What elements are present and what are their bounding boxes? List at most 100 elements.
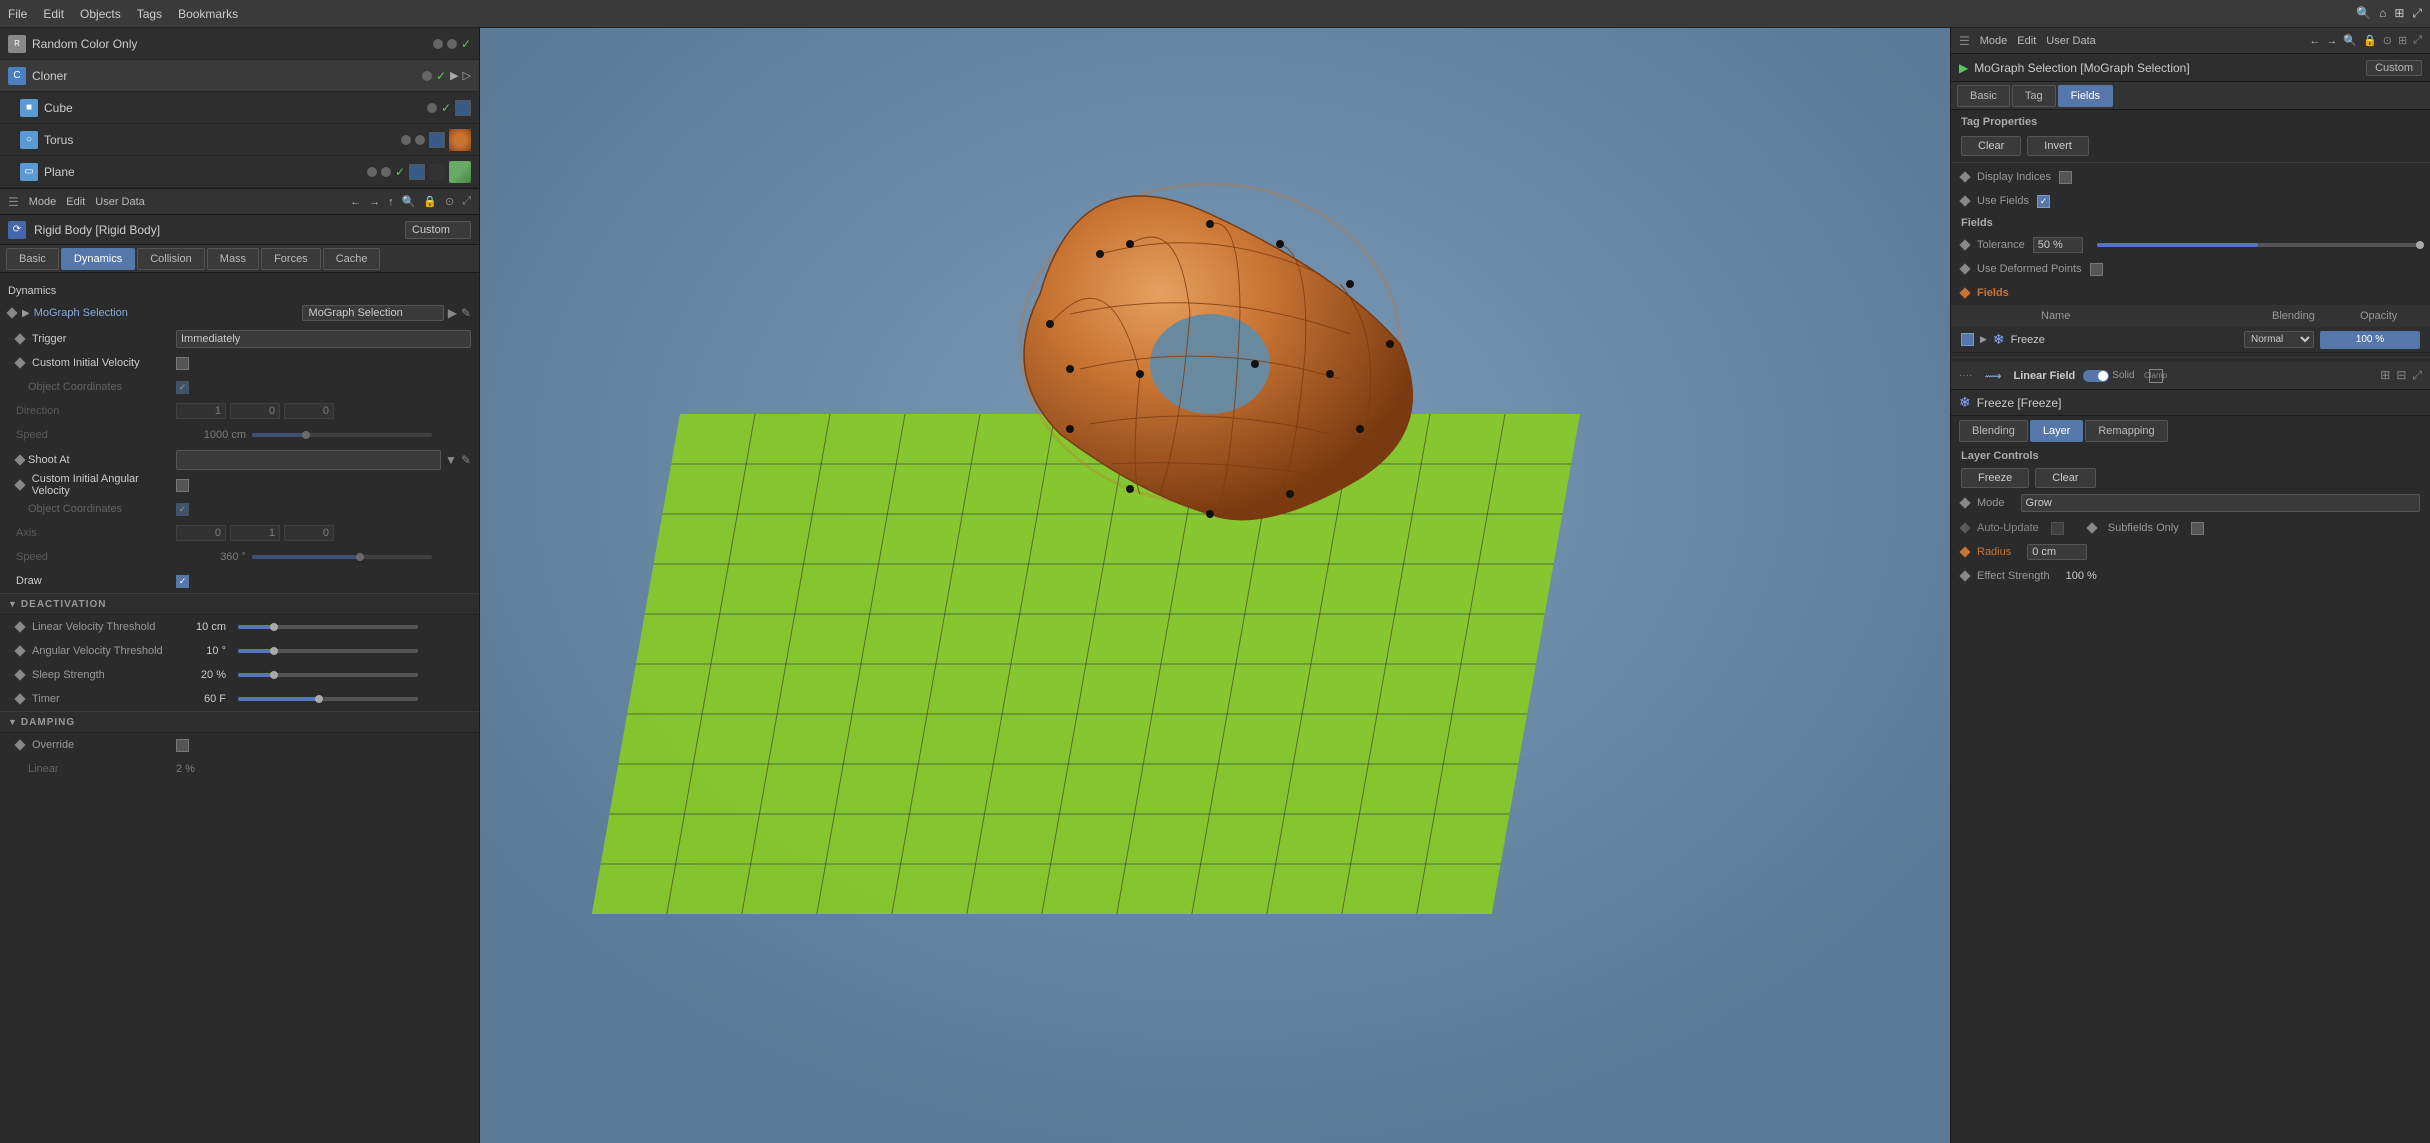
right-lock[interactable]: 🔒 — [2363, 34, 2377, 47]
linear-vel-slider[interactable] — [238, 625, 418, 629]
custom-dropdown[interactable]: Custom — [405, 221, 471, 239]
userdata-menu[interactable]: User Data — [95, 196, 145, 208]
tab-collision[interactable]: Collision — [137, 248, 205, 270]
right-edit-menu[interactable]: Edit — [2017, 35, 2036, 47]
right-search[interactable]: 🔍 — [2343, 34, 2357, 47]
menu-objects[interactable]: Objects — [80, 7, 121, 21]
axis-y[interactable] — [230, 525, 280, 541]
play-r-btn[interactable]: ▷ — [463, 69, 471, 82]
tab-basic[interactable]: Basic — [6, 248, 59, 270]
shoot-at-field[interactable] — [176, 450, 441, 470]
axis-x[interactable] — [176, 525, 226, 541]
invert-btn[interactable]: Invert — [2027, 136, 2089, 156]
t-thumb[interactable] — [315, 695, 323, 703]
obj-coords-check1[interactable] — [176, 381, 189, 394]
dir-x[interactable] — [176, 403, 226, 419]
lv-thumb[interactable] — [270, 623, 278, 631]
back-btn[interactable]: ← — [350, 196, 361, 208]
speed-slider[interactable] — [252, 433, 432, 437]
lf-solid-toggle[interactable]: Solid — [2083, 370, 2134, 382]
view-btn[interactable]: ⊙ — [445, 195, 454, 208]
mode-select[interactable]: Grow — [2021, 494, 2420, 512]
right-tab-tag[interactable]: Tag — [2012, 85, 2056, 107]
list-item-torus[interactable]: ○ Torus — [0, 124, 479, 156]
draw-check[interactable] — [176, 575, 189, 588]
display-indices-check[interactable] — [2059, 171, 2072, 184]
dir-y[interactable] — [230, 403, 280, 419]
layers-icon[interactable]: ⊞ — [2394, 6, 2404, 21]
menu-file[interactable]: File — [8, 7, 27, 21]
fields-freeze-row[interactable]: ▶ ❄ Freeze Normal 100 % — [1951, 327, 2430, 353]
tab-cache[interactable]: Cache — [323, 248, 381, 270]
menu-bookmarks[interactable]: Bookmarks — [178, 7, 238, 21]
list-item-cube[interactable]: ■ Cube ✓ — [0, 92, 479, 124]
tab-dynamics[interactable]: Dynamics — [61, 248, 135, 270]
mograph-btn2[interactable]: ✎ — [461, 306, 471, 320]
right-tab-basic[interactable]: Basic — [1957, 85, 2010, 107]
viewport[interactable] — [480, 28, 1950, 1143]
mograph-btn1[interactable]: ▶ — [448, 306, 457, 320]
right-cam[interactable]: ⊙ — [2383, 34, 2392, 47]
blending-tab[interactable]: Blending — [1959, 420, 2028, 442]
home-icon[interactable]: ⌂ — [2379, 6, 2386, 21]
subfields-check[interactable] — [2191, 522, 2204, 535]
menu-tags[interactable]: Tags — [137, 7, 162, 21]
lf-clamp-icon[interactable]: Clamp — [2149, 369, 2163, 383]
obj-coords-check2[interactable] — [176, 503, 189, 516]
lf-expand2[interactable]: ⤢ — [2412, 368, 2422, 383]
search-icon[interactable]: 🔍 — [2356, 6, 2371, 21]
axis-z[interactable] — [284, 525, 334, 541]
angular-speed-thumb[interactable] — [356, 553, 364, 561]
layer-tab-btn[interactable]: Layer — [2030, 420, 2084, 442]
radius-input[interactable] — [2027, 544, 2087, 560]
blend-select[interactable]: Normal — [2244, 331, 2314, 348]
tolerance-thumb[interactable] — [2416, 241, 2424, 249]
list-item-plane[interactable]: ▭ Plane ✓ — [0, 156, 479, 188]
tab-mass[interactable]: Mass — [207, 248, 259, 270]
custom-velocity-check[interactable] — [176, 357, 189, 370]
right-forward[interactable]: → — [2326, 35, 2337, 47]
sleep-slider[interactable] — [238, 673, 418, 677]
damping-section[interactable]: ▼ DAMPING — [0, 711, 479, 733]
lf-copy[interactable]: ⊞ — [2380, 368, 2390, 383]
maximize-icon[interactable]: ⤢ — [2412, 6, 2422, 21]
right-back[interactable]: ← — [2309, 35, 2320, 47]
deactivation-section[interactable]: ▼ DEACTIVATION — [0, 593, 479, 615]
mograph-expand[interactable]: ▶ — [22, 308, 30, 319]
trigger-select[interactable]: Immediately — [176, 330, 471, 348]
play-btn[interactable]: ▶ — [450, 69, 458, 82]
shoot-at-dropdown[interactable]: ▼ — [445, 453, 457, 467]
lf-solid-btn[interactable] — [2083, 370, 2109, 382]
freeze-layer-btn[interactable]: Freeze — [1961, 468, 2029, 488]
deformed-check[interactable] — [2090, 263, 2103, 276]
custom-angular-check[interactable] — [176, 479, 189, 492]
right-tab-fields[interactable]: Fields — [2058, 85, 2113, 107]
angular-speed-slider[interactable] — [252, 555, 432, 559]
speed-thumb[interactable] — [302, 431, 310, 439]
forward-btn[interactable]: → — [369, 196, 380, 208]
tolerance-input[interactable] — [2033, 237, 2083, 253]
clear-btn[interactable]: Clear — [1961, 136, 2021, 156]
ss-thumb[interactable] — [270, 671, 278, 679]
auto-update-check[interactable] — [2051, 522, 2064, 535]
list-item[interactable]: R Random Color Only ✓ — [0, 28, 479, 60]
edit-menu[interactable]: Edit — [66, 196, 85, 208]
dir-z[interactable] — [284, 403, 334, 419]
override-check[interactable] — [176, 739, 189, 752]
expand-btn[interactable]: ⤢ — [462, 195, 471, 208]
menu-edit[interactable]: Edit — [43, 7, 64, 21]
right-mode-menu[interactable]: Mode — [1980, 35, 2008, 47]
angular-vel-slider[interactable] — [238, 649, 418, 653]
timer-slider[interactable] — [238, 697, 418, 701]
clear-layer-btn[interactable]: Clear — [2035, 468, 2095, 488]
right-expand[interactable]: ⤢ — [2413, 34, 2422, 47]
freeze-check[interactable] — [1961, 333, 1974, 346]
tolerance-slider[interactable] — [2097, 243, 2420, 247]
lf-paste[interactable]: ⊟ — [2396, 368, 2406, 383]
lock-btn[interactable]: 🔒 — [423, 195, 437, 208]
shoot-at-edit[interactable]: ✎ — [461, 453, 471, 467]
remapping-tab[interactable]: Remapping — [2085, 420, 2167, 442]
mograph-tag[interactable]: MoGraph Selection — [302, 305, 444, 321]
list-item-cloner[interactable]: C Cloner ✓ ▶ ▷ — [0, 60, 479, 92]
tab-forces[interactable]: Forces — [261, 248, 321, 270]
